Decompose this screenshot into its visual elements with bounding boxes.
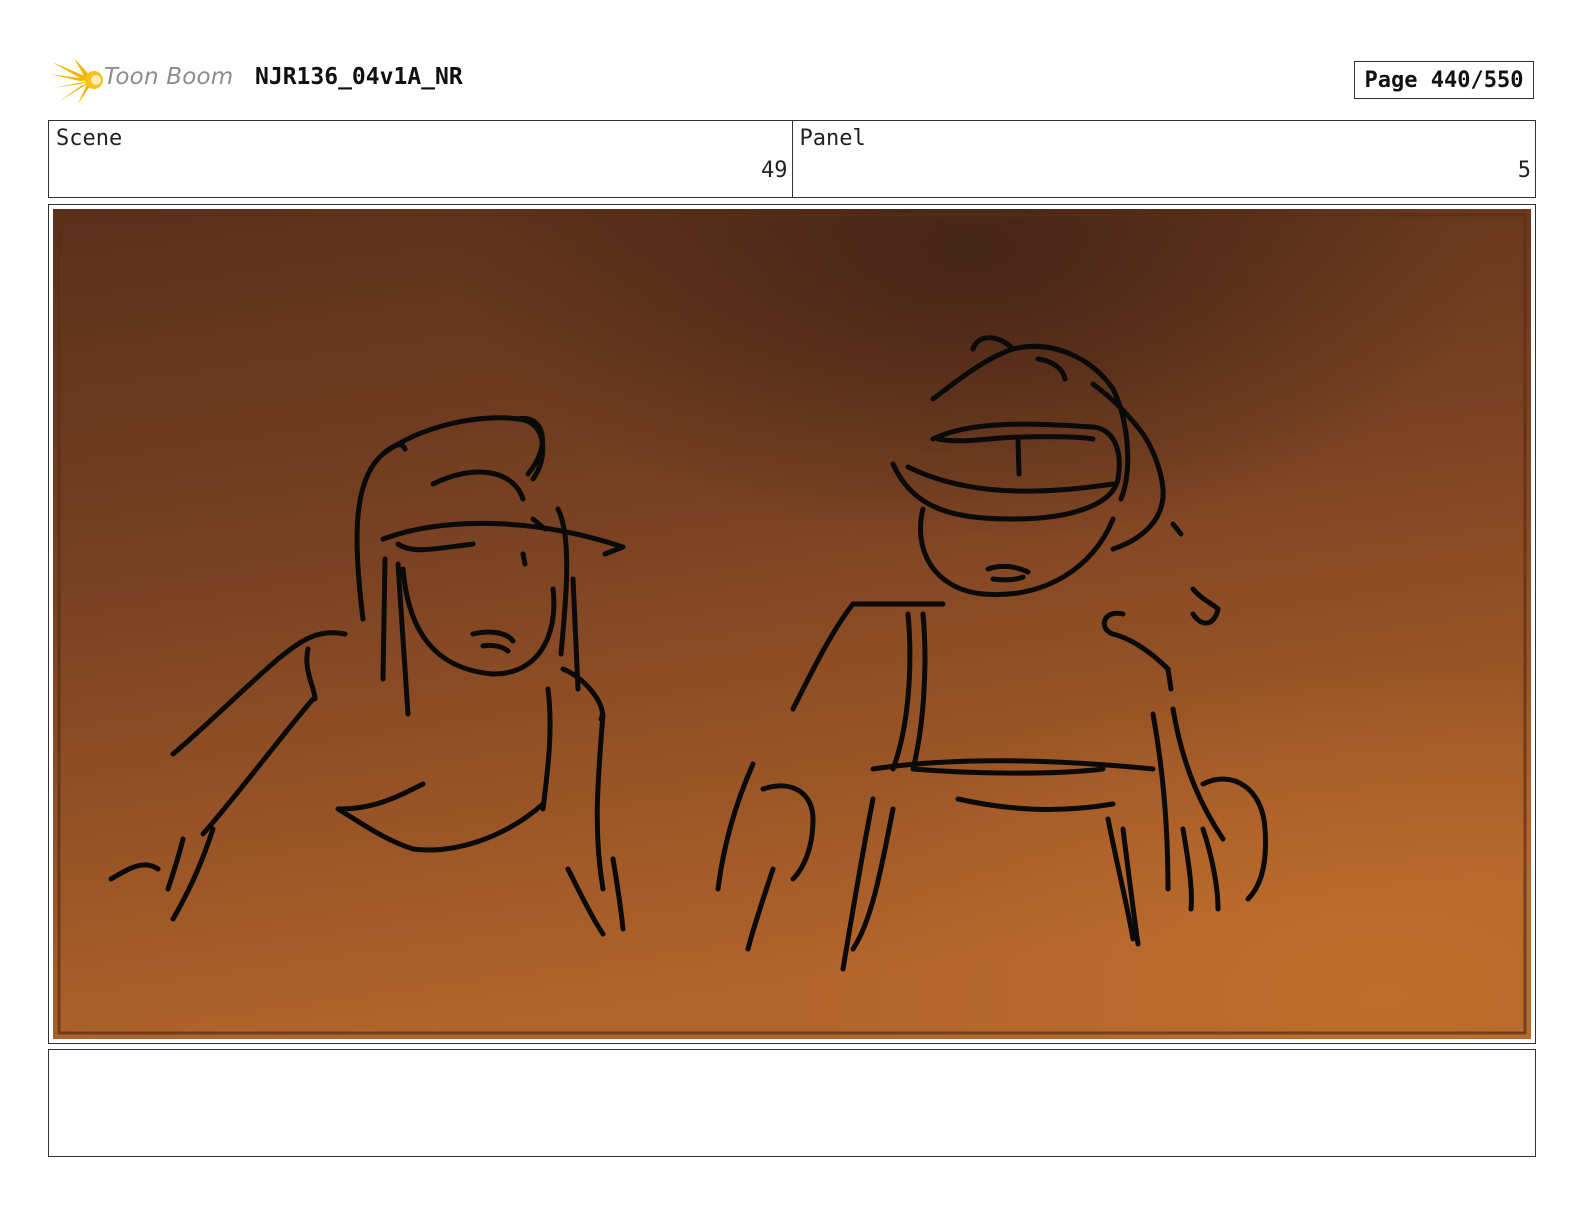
page-number: Page 440/550 [1354, 61, 1534, 99]
panel-value: 5 [1517, 158, 1531, 183]
scene-label: Scene [56, 126, 123, 151]
storyboard-sketch-image [53, 209, 1531, 1039]
storyboard-panel [48, 204, 1536, 1044]
panel-label: Panel [799, 126, 866, 151]
scene-value: 49 [761, 158, 788, 183]
scene-cell: Scene 49 [49, 121, 792, 197]
panel-notes [48, 1049, 1536, 1157]
scene-panel-info: Scene 49 Panel 5 [48, 120, 1536, 198]
starburst-logo-icon [50, 58, 103, 104]
project-title: NJR136_04v1A_NR [255, 64, 463, 90]
logo-text: Toon Boom [104, 64, 234, 90]
toon-boom-logo: Toon Boom [50, 52, 240, 108]
panel-cell: Panel 5 [791, 121, 1536, 197]
